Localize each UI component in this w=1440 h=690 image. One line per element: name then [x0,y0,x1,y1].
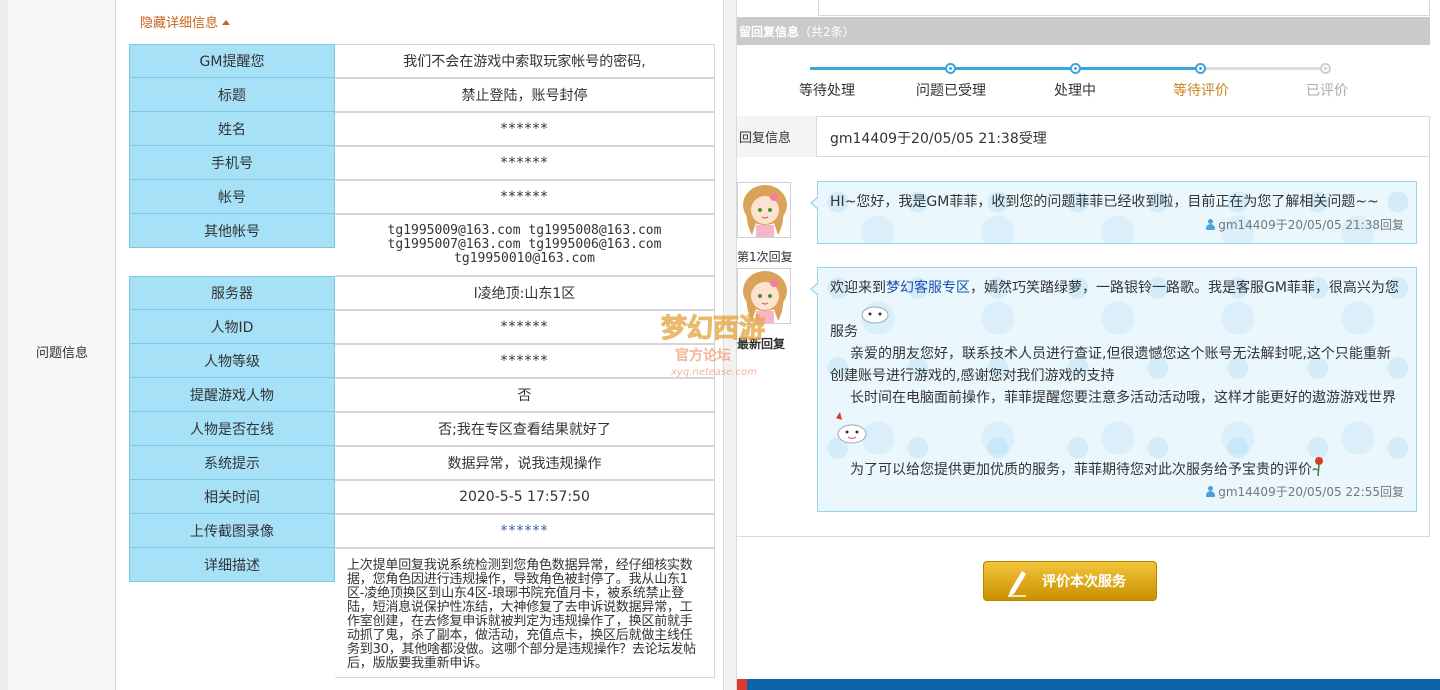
remind-char-label: 提醒游戏人物 [129,378,335,412]
gm-avatar [737,182,791,238]
reply-header-count: （共2条） [799,24,855,39]
other-accounts-line: tg1995009@163.com tg1995008@163.com [387,223,662,238]
user-icon [1206,486,1216,497]
reply-line: 亲爱的朋友您好，联系技术人员进行查证,但很遗憾您这个账号无法解封呢,这个只能重新 [850,346,1391,362]
time-value: 2020-5-5 17:57:50 [335,480,715,514]
rate-service-label: 评价本次服务 [1042,574,1126,590]
progress-track-done [810,67,1202,70]
server-label: 服务器 [129,276,335,310]
step-pending: 等待处理 [799,83,855,99]
name-label: 姓名 [129,112,335,146]
emoticon-icon [836,412,867,444]
reply-line: 为了可以给您提供更加优质的服务，菲菲期待您对此次服务给予宝贵的评价 [850,456,1326,481]
progress-track-todo [1202,67,1326,70]
hide-details-label: 隐藏详细信息 [140,16,219,31]
step-dot-icon [945,63,956,74]
hide-details-toggle[interactable]: 隐藏详细信息 [140,12,231,31]
reply-box-border [1429,116,1430,536]
caret-up-icon [222,20,231,25]
outer-margin [0,0,8,690]
title-label: 标题 [129,78,335,112]
char-id-value: ****** [335,310,715,344]
step-accepted: 问题已受理 [916,83,986,99]
online-value: 否;我在专区查看结果就好了 [335,412,715,446]
rose-icon [1312,457,1323,477]
reply-line-text: 为了可以给您提供更加优质的服务，菲菲期待您对此次服务给予宝贵的评价 [850,462,1312,478]
reply-line-text: ，嫣然巧笑踏绿萝，一路银铃一路歌。我是客服GM菲菲，很高兴为您 [970,280,1399,296]
char-id-label: 人物ID [129,310,335,344]
sys-hint-label: 系统提示 [129,446,335,480]
reply-caption: 最新回复 [737,337,786,351]
other-accounts-line: tg1995007@163.com tg1995006@163.com [387,237,662,252]
reply-line: 创建账号进行游戏的,感谢您对我们游戏的支持 [830,368,1115,384]
panel-divider [723,0,737,690]
top-input-box [818,0,1430,16]
reply-line-text: 欢迎来到 [830,280,886,296]
footer-bar [737,679,1440,690]
reply-info-text: gm14409于20/05/05 21:38受理 [830,131,1047,147]
pen-icon [1008,571,1026,597]
footer-bar-mark [737,679,747,690]
other-accounts-label: 其他帐号 [129,214,335,248]
step-await-rating: 等待评价 [1173,83,1229,99]
gm-notice-value: 我们不会在游戏中索取玩家帐号的密码, [335,44,715,78]
reply-header-title: 留回复信息 [739,24,800,39]
user-icon [1206,219,1216,230]
step-processing: 处理中 [1054,83,1096,99]
reply-info-label: 回复信息 [737,116,817,157]
remind-char-value: 否 [335,378,715,412]
gm-notice-label: GM提醒您 [129,44,335,78]
server-value: l凌绝顶:山东1区 [335,276,715,310]
other-accounts-value: tg1995009@163.com tg1995008@163.com tg19… [335,214,715,276]
rate-service-button[interactable]: 评价本次服务 [983,561,1157,601]
reply-meta: gm14409于20/05/05 22:55回复 [1206,483,1404,500]
service-zone-link[interactable]: 梦幻客服专区 [886,280,970,296]
step-dot-icon [1070,63,1081,74]
reply-meta-text: gm14409于20/05/05 21:38回复 [1218,218,1404,232]
other-accounts-line: tg19950010@163.com [454,251,595,266]
account-label: 帐号 [129,180,335,214]
screenshot-label: 上传截图录像 [129,514,335,548]
reply-line: 长时间在电脑面前操作，菲菲提醒您要注意多活动活动哦，这样才能更好的遨游游戏世界 [850,390,1396,406]
side-label: 问题信息 [35,346,88,361]
step-rated: 已评价 [1306,83,1348,99]
reply-meta: gm14409于20/05/05 21:38回复 [1206,216,1404,233]
emoticon-icon [861,306,889,324]
screenshot-link[interactable]: ****** [335,514,715,548]
name-value: ****** [335,112,715,146]
reply-header: 留回复信息 （共2条） [737,17,1430,45]
reply-bubble: 欢迎来到梦幻客服专区，嫣然巧笑踏绿萝，一路银铃一路歌。我是客服GM菲菲，很高兴为… [810,267,1417,512]
reply-bubble: HI~您好，我是GM菲菲，收到您的问题菲菲已经收到啦，目前正在为您了解相关问题~… [810,181,1417,244]
reply-text: HI~您好，我是GM菲菲，收到您的问题菲菲已经收到啦，目前正在为您了解相关问题~… [830,194,1379,210]
step-dot-icon [1320,63,1331,74]
online-label: 人物是否在线 [129,412,335,446]
reply-meta-text: gm14409于20/05/05 22:55回复 [1218,485,1404,499]
gm-avatar [737,268,791,324]
account-value: ****** [335,180,715,214]
desc-label: 详细描述 [129,548,335,582]
char-level-label: 人物等级 [129,344,335,378]
reply-caption: 第1次回复 [737,250,793,264]
phone-label: 手机号 [129,146,335,180]
phone-value: ****** [335,146,715,180]
reply-box-bottom [737,536,1430,537]
reply-line: 欢迎来到梦幻客服专区，嫣然巧笑踏绿萝，一路银铃一路歌。我是客服GM菲菲，很高兴为… [830,277,1399,299]
reply-line: 服务 [830,324,858,340]
step-dot-icon [1195,63,1206,74]
title-value: 禁止登陆，账号封停 [335,78,715,112]
char-level-value: ****** [335,344,715,378]
desc-value: 上次提单回复我说系统检测到您角色数据异常，经仔细核实数据，您角色因进行违规操作，… [335,548,715,678]
sys-hint-value: 数据异常，说我违规操作 [335,446,715,480]
time-label: 相关时间 [129,480,335,514]
